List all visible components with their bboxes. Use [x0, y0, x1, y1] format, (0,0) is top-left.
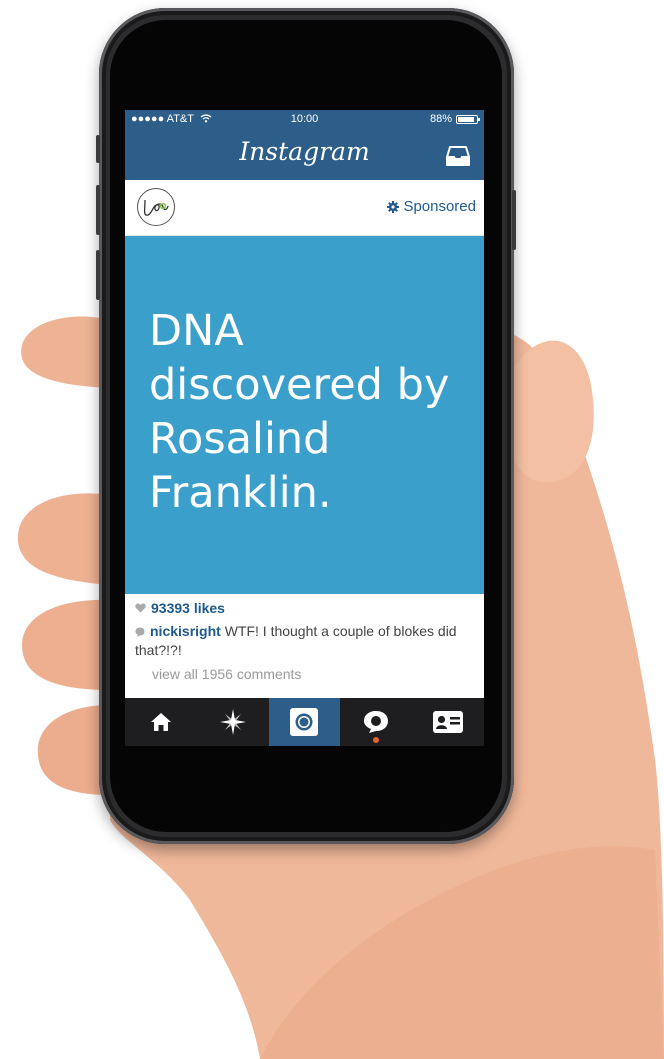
volume-down-button — [96, 250, 100, 300]
love-logo-icon — [143, 199, 169, 216]
post-headline: DNA discovered by Rosalind Franklin. — [149, 306, 450, 518]
sponsored-label[interactable]: Sponsored — [387, 198, 476, 215]
likes-count[interactable]: 93393 likes — [151, 600, 225, 616]
view-all-comments-link[interactable]: view all 1956 comments — [152, 666, 301, 682]
tab-profile[interactable] — [412, 698, 484, 746]
comment-username[interactable]: nickisright — [150, 623, 221, 639]
tab-home[interactable] — [125, 698, 197, 746]
screen: ●●●●● AT&T 10:00 88% Instagram Sponsored… — [125, 110, 484, 746]
comment-bubble-icon — [135, 627, 145, 638]
power-button — [512, 190, 516, 250]
explore-star-icon — [219, 709, 246, 735]
likes-row: 93393 likes — [135, 600, 225, 616]
tab-bar — [125, 698, 484, 746]
tab-camera[interactable] — [268, 698, 341, 746]
status-bar: ●●●●● AT&T 10:00 88% — [125, 110, 484, 129]
mute-switch — [96, 135, 100, 163]
activity-bubble-icon — [364, 711, 389, 733]
inbox-tray-icon — [446, 146, 470, 166]
account-avatar[interactable] — [137, 188, 175, 226]
post-image[interactable]: DNA discovered by Rosalind Franklin. — [125, 236, 484, 594]
heart-icon — [135, 603, 146, 613]
profile-card-icon — [433, 711, 464, 733]
camera-icon — [290, 708, 319, 736]
battery-icon — [456, 114, 480, 124]
battery-fill — [458, 116, 474, 122]
inbox-button[interactable] — [446, 145, 470, 167]
gear-icon — [387, 200, 400, 213]
notification-dot — [373, 737, 380, 743]
comment: nickisright WTF! I thought a couple of b… — [135, 622, 475, 660]
sponsored-text: Sponsored — [403, 198, 476, 215]
battery-indicator: 88% — [429, 113, 480, 125]
volume-up-button — [96, 185, 100, 235]
post-header: Sponsored — [125, 180, 484, 236]
tab-activity[interactable] — [340, 698, 412, 746]
post-meta: 93393 likes nickisright WTF! I thought a… — [125, 594, 484, 698]
tab-explore[interactable] — [197, 698, 269, 746]
app-title: Instagram — [239, 137, 370, 166]
nav-bar: Instagram — [125, 129, 484, 180]
home-icon — [150, 713, 171, 731]
battery-percent: 88% — [429, 113, 452, 125]
